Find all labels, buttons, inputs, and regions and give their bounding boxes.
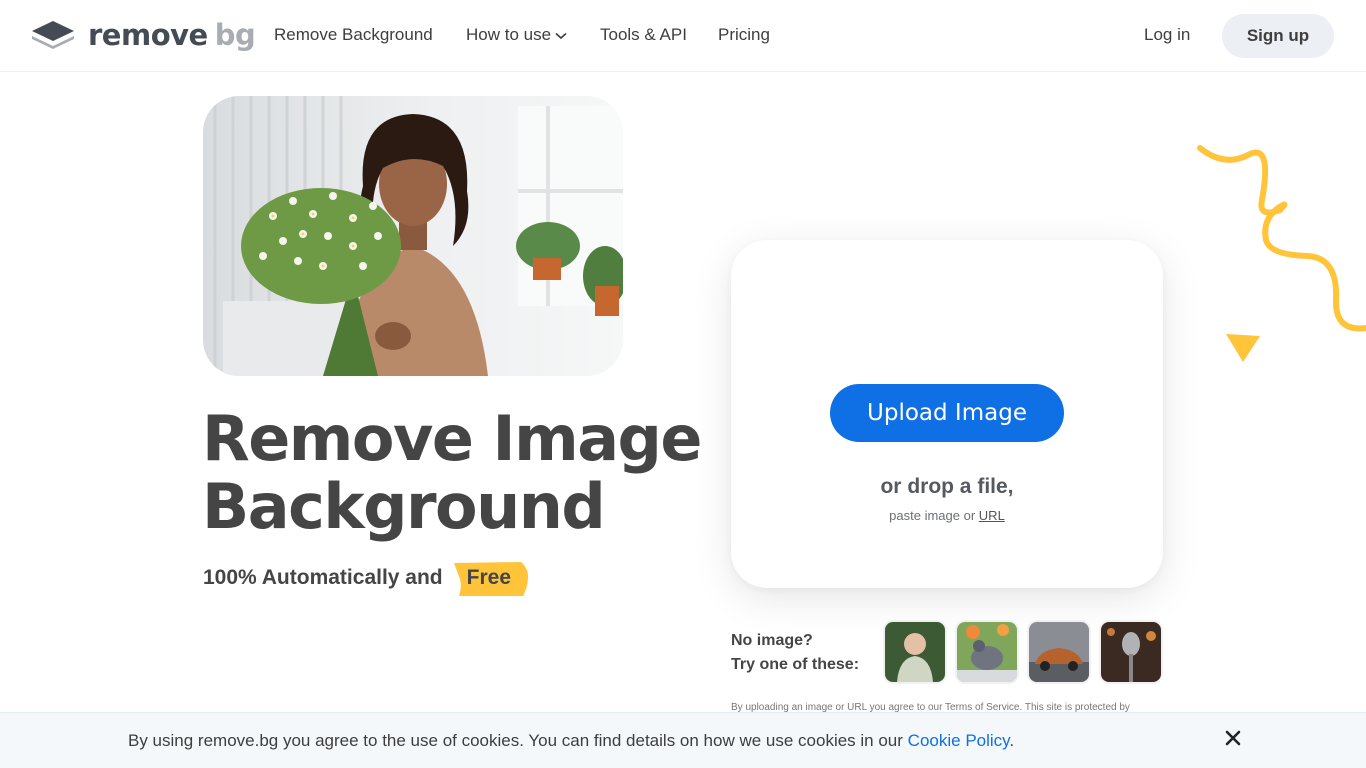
signup-button[interactable]: Sign up: [1222, 14, 1334, 58]
free-badge: Free: [451, 561, 528, 596]
nav-pricing[interactable]: Pricing: [718, 25, 770, 45]
cookie-suffix: .: [1009, 731, 1015, 750]
page-title: Remove Image Background: [202, 402, 702, 543]
chevron-down-icon: [555, 32, 567, 39]
nav-remove-background[interactable]: Remove Background: [274, 25, 433, 45]
upload-card[interactable]: Upload Image or drop a file, paste image…: [731, 240, 1163, 588]
upload-image-button[interactable]: Upload Image: [830, 384, 1064, 442]
logo-secondary: bg: [214, 18, 256, 52]
subtitle-text: 100% Automatically and: [203, 566, 443, 589]
cookie-banner: By using remove.bg you agree to the use …: [0, 712, 1366, 768]
sample-microphone[interactable]: [1101, 622, 1161, 682]
title-line-1: Remove Image: [202, 402, 702, 475]
logo-primary: remove: [88, 18, 208, 52]
paste-hint-text: paste image or: [889, 508, 976, 523]
cookie-close-button[interactable]: [1222, 727, 1244, 749]
sample-prompt-line1: No image?: [731, 632, 813, 649]
paste-hint: paste image or URL: [731, 508, 1163, 523]
sample-images: [885, 622, 1161, 682]
sample-person[interactable]: [885, 622, 945, 682]
logo-wordmark: remove bg: [88, 18, 256, 52]
close-icon: [1225, 730, 1241, 746]
sample-prompt: No image? Try one of these:: [731, 629, 859, 677]
sample-car[interactable]: [1029, 622, 1089, 682]
hero-photo: [203, 96, 623, 376]
pigeon-sample-image: [957, 622, 1017, 682]
nav-how-to-use-label: How to use: [466, 25, 552, 44]
nav-tools-api[interactable]: Tools & API: [600, 25, 687, 45]
decorative-squiggle-icon: [1197, 145, 1366, 362]
login-link[interactable]: Log in: [1144, 25, 1190, 45]
title-line-2: Background: [202, 470, 606, 543]
nav-how-to-use[interactable]: How to use: [466, 25, 567, 45]
woman-with-flowers-image: [203, 96, 623, 376]
sample-prompt-line2: Try one of these:: [731, 656, 860, 673]
layers-logo-icon: [32, 21, 74, 49]
logo[interactable]: remove bg: [31, 18, 256, 52]
url-link[interactable]: URL: [979, 508, 1005, 523]
car-sample-image: [1029, 622, 1089, 682]
microphone-sample-image: [1101, 622, 1161, 682]
cookie-policy-link[interactable]: Cookie Policy: [908, 731, 1010, 750]
free-badge-label: Free: [466, 566, 511, 589]
hero-subtitle: 100% Automatically and Free: [203, 561, 528, 596]
cookie-text: By using remove.bg you agree to the use …: [128, 731, 1014, 751]
drop-file-text: or drop a file,: [880, 475, 1014, 498]
cookie-message: By using remove.bg you agree to the use …: [128, 731, 903, 750]
person-sample-image: [885, 622, 945, 682]
sample-pigeon[interactable]: [957, 622, 1017, 682]
site-header: remove bg Remove Background How to use To…: [0, 0, 1366, 72]
